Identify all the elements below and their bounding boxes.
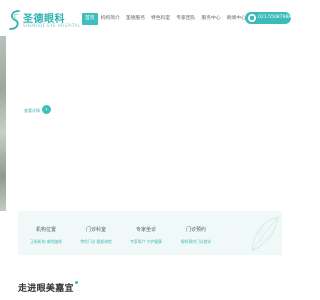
phone-icon	[248, 14, 256, 22]
section-title: 走进眼美嘉宜	[18, 281, 78, 294]
leaf-decoration-icon	[251, 216, 279, 252]
card-departments[interactable]: 门诊科室 特色门诊 眼部体检	[70, 211, 122, 255]
logo[interactable]: 圣德眼科 SHENGDE EYE HOSPITAL	[8, 9, 80, 31]
nav-item-about[interactable]: 机构简介	[98, 13, 123, 25]
logo-name-en: SHENGDE EYE HOSPITAL	[23, 23, 81, 28]
card-experts[interactable]: 专家坐诊 专家简介 守护健康	[120, 211, 172, 255]
card-title: 门诊科室	[85, 227, 106, 233]
card-title: 门诊预约	[185, 227, 206, 233]
card-title: 机构位置	[35, 227, 56, 233]
card-subtitle: 眼科预约门诊就诊	[180, 239, 212, 244]
card-location[interactable]: 机构位置 正新机构 来院路线	[20, 211, 72, 255]
card-subtitle: 专家简介 守护健康	[130, 239, 162, 244]
nav-item-home[interactable]: 首页	[82, 13, 98, 25]
s-curve-logo-icon	[9, 10, 20, 30]
nav-item-departments[interactable]: 特色科室	[148, 13, 173, 25]
section-title-text: 走进眼美嘉宜	[18, 284, 74, 294]
nav-item-service-center[interactable]: 服务中心	[198, 13, 223, 25]
phone-button[interactable]: 021-55087988	[245, 12, 291, 24]
banner-image-edge	[0, 36, 6, 211]
nav-item-experts[interactable]: 专家团队	[173, 13, 198, 25]
hero-banner: 查看详情 ›	[0, 36, 300, 211]
nav-item-services[interactable]: 圣德服务	[123, 13, 148, 25]
card-subtitle: 正新机构 来院路线	[30, 239, 62, 244]
hero-more-label[interactable]: 查看详情	[24, 108, 40, 114]
card-title: 专家坐诊	[135, 227, 156, 233]
card-appointment[interactable]: 门诊预约 眼科预约门诊就诊	[170, 211, 222, 255]
card-subtitle: 特色门诊 眼部体检	[80, 239, 112, 244]
phone-number: 021-55087988	[258, 15, 292, 20]
dot-icon	[74, 281, 78, 284]
service-cards: 机构位置 正新机构 来院路线 门诊科室 特色门诊 眼部体检 专家坐诊 专家简介 …	[18, 211, 282, 255]
site-header: 圣德眼科 SHENGDE EYE HOSPITAL 首页 机构简介 圣德服务 特…	[0, 0, 300, 36]
chevron-right-icon[interactable]: ›	[42, 105, 51, 114]
